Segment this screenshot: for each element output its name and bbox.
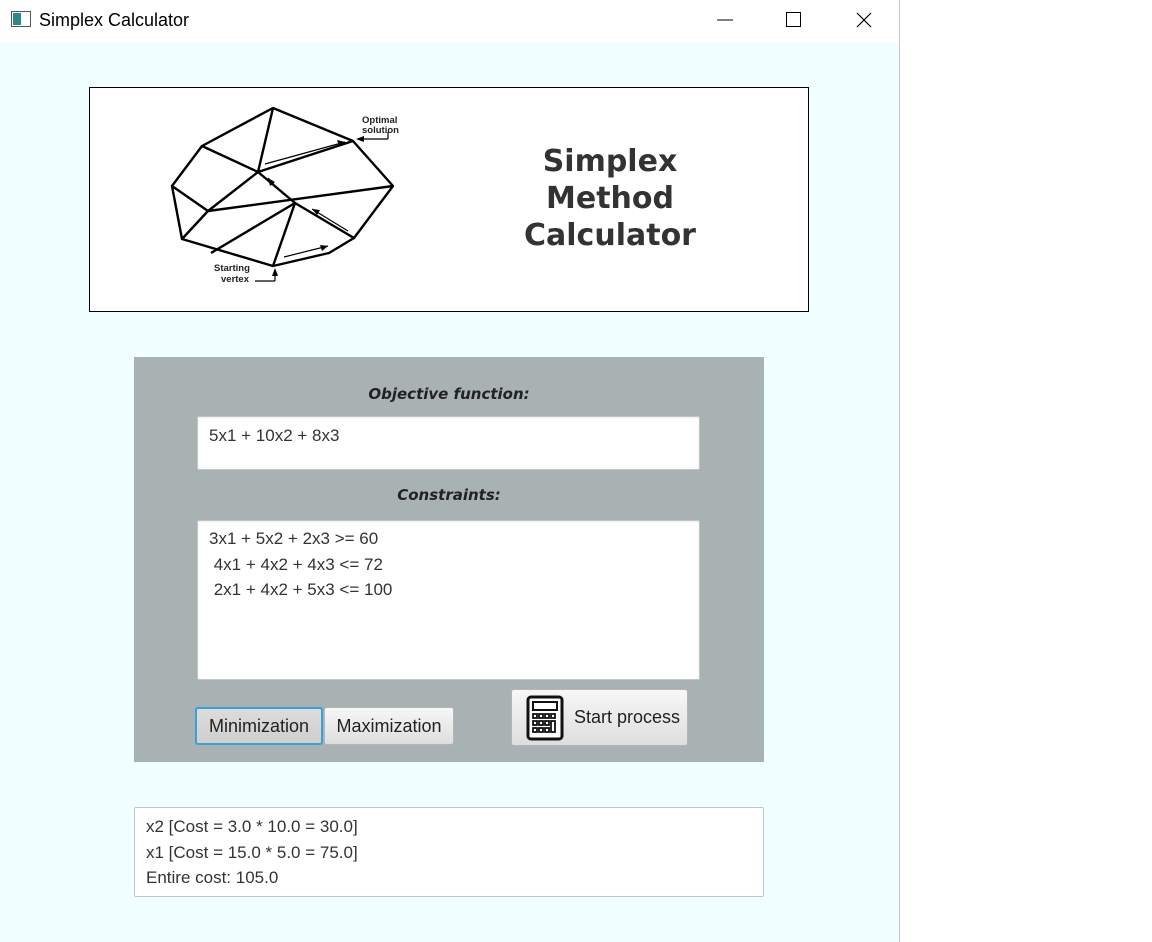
minimize-icon (717, 19, 733, 21)
constraints-label: Constraints: (397, 486, 501, 504)
constraint-line: 3x1 + 5x2 + 2x3 >= 60 (209, 529, 379, 548)
objective-function-label: Objective function: (368, 385, 530, 403)
banner-title-line: Calculator (524, 218, 696, 253)
result-line: x1 [Cost = 15.0 * 5.0 = 75.0] (146, 842, 358, 862)
simplex-polytope-diagram: Optimal solution Starting vertex (170, 106, 399, 285)
result-line: x2 [Cost = 3.0 * 10.0 = 30.0] (146, 817, 358, 836)
result-output[interactable]: x2 [Cost = 3.0 * 10.0 = 30.0] x1 [Cost =… (134, 807, 764, 897)
calculator-icon (526, 695, 564, 740)
maximization-label: Maximization (336, 715, 442, 736)
header-banner: Optimal solution Starting vertex Simplex… (89, 87, 809, 312)
banner-title: Simplex Method Calculator (510, 143, 710, 254)
window-title: Simplex Calculator (39, 10, 190, 30)
app-window: Simplex Calculator Optimal solution Star… (0, 0, 900, 942)
minimization-button[interactable]: Minimization (195, 707, 323, 745)
diagram-label-solution: solution (362, 125, 399, 136)
constraint-line: 2x1 + 4x2 + 5x3 <= 100 (209, 580, 393, 599)
close-button[interactable] (830, 0, 898, 40)
close-icon (856, 12, 872, 28)
start-process-button[interactable]: Start process (511, 689, 688, 746)
maximize-icon (786, 12, 801, 27)
maximize-button[interactable] (760, 0, 828, 40)
minimize-button[interactable] (691, 0, 759, 40)
objective-function-input[interactable]: 5x1 + 10x2 + 8x3 (197, 416, 700, 470)
diagram-label-starting: Starting (214, 263, 250, 274)
title-bar[interactable]: Simplex Calculator (0, 0, 899, 42)
constraint-line: 4x1 + 4x2 + 4x3 <= 72 (209, 554, 383, 574)
maximization-button[interactable]: Maximization (324, 707, 454, 745)
objective-function-text: 5x1 + 10x2 + 8x3 (209, 426, 340, 445)
app-window-icon (11, 11, 31, 27)
result-line: Entire cost: 105.0 (146, 868, 279, 887)
minimization-label: Minimization (208, 715, 310, 736)
input-panel: Objective function: 5x1 + 10x2 + 8x3 Con… (134, 357, 764, 762)
diagram-label-vertex: vertex (221, 274, 250, 285)
constraints-textarea[interactable]: 3x1 + 5x2 + 2x3 >= 60 4x1 + 4x2 + 4x3 <=… (197, 520, 700, 680)
banner-title-line: Method (546, 181, 674, 216)
banner-title-line: Simplex (542, 144, 678, 179)
start-process-label: Start process (574, 707, 681, 727)
